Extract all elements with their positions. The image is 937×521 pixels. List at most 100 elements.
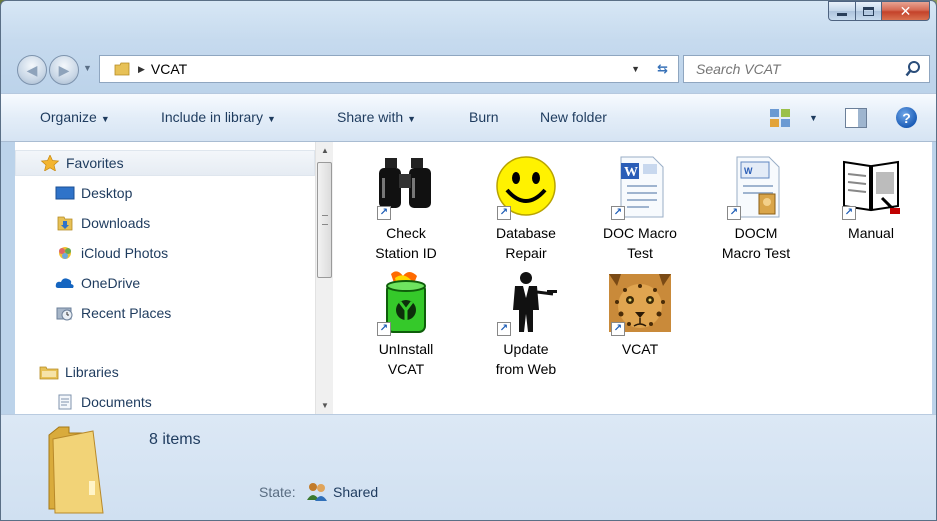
back-button[interactable]: ◀ xyxy=(17,55,47,85)
file-name: UnInstall VCAT xyxy=(378,341,434,377)
share-with-label: Share with xyxy=(337,109,404,125)
shortcut-arrow-icon: ↗ xyxy=(497,206,511,220)
share-with-menu[interactable]: Share with ▼ xyxy=(337,109,416,125)
chevron-down-icon: ▼ xyxy=(100,114,110,124)
file-name: Database Repair xyxy=(496,225,556,261)
caption-buttons: ✕ xyxy=(828,1,930,23)
file-name: Update from Web xyxy=(495,341,557,377)
scroll-down-icon[interactable]: ▼ xyxy=(321,401,329,410)
shortcut-arrow-icon: ↗ xyxy=(842,206,856,220)
recent-pages-dropdown[interactable]: ▼ xyxy=(83,63,92,73)
search-box[interactable] xyxy=(683,55,930,83)
change-view-icon[interactable] xyxy=(769,108,791,128)
minimize-icon xyxy=(837,12,847,16)
include-in-library-menu[interactable]: Include in library ▼ xyxy=(161,109,276,125)
nav-item-icloud-photos[interactable]: iCloud Photos xyxy=(15,240,315,266)
nav-item-desktop[interactable]: Desktop xyxy=(15,180,315,206)
nav-item-recent-places[interactable]: Recent Places xyxy=(15,300,315,326)
svg-text:W: W xyxy=(744,166,753,176)
file-name: DOC Macro Test xyxy=(603,225,677,261)
scroll-up-icon[interactable]: ▲ xyxy=(321,146,329,155)
file-item-vcat[interactable]: ↗ VCAT xyxy=(590,270,690,359)
file-item-update-from-web[interactable]: ↗ Update from Web xyxy=(476,270,576,379)
cloud-icon xyxy=(55,278,74,288)
shared-users-icon xyxy=(307,483,327,501)
nav-item-favorites[interactable]: Favorites xyxy=(15,150,315,176)
shortcut-arrow-icon: ↗ xyxy=(377,322,391,336)
shortcut-arrow-icon: ↗ xyxy=(377,206,391,220)
nav-pane-scrollbar[interactable]: ▲ ▼ xyxy=(315,142,333,414)
back-arrow-icon: ◀ xyxy=(26,61,38,78)
file-item-check-station-id[interactable]: ↗ Check Station ID xyxy=(356,154,456,263)
file-name: Manual xyxy=(848,225,894,241)
nav-item-documents[interactable]: Documents xyxy=(15,389,315,414)
help-icon[interactable]: ? xyxy=(896,107,917,128)
burn-label: Burn xyxy=(469,109,499,125)
minimize-button[interactable] xyxy=(828,1,856,21)
state-value: Shared xyxy=(333,484,379,500)
icloud-photos-icon xyxy=(59,247,71,259)
star-icon xyxy=(40,155,60,171)
state-label: State: xyxy=(259,484,296,500)
breadcrumb-vcat[interactable]: VCAT xyxy=(151,61,187,77)
organize-menu[interactable]: Organize ▼ xyxy=(40,109,110,125)
explorer-window: ✕ ◀ ▶ ▼ ▶ VCAT ▼ ⇆ Organize▼ xyxy=(0,0,937,521)
file-list: ↗ Check Station ID ↗ Database Repair W ↗… xyxy=(335,142,932,414)
libraries-icon xyxy=(39,366,59,380)
grip-icon xyxy=(322,215,328,225)
nav-label-onedrive: OneDrive xyxy=(81,275,141,291)
forward-arrow-icon: ▶ xyxy=(58,61,70,78)
nav-label-downloads: Downloads xyxy=(81,215,151,231)
refresh-icon[interactable]: ⇆ xyxy=(657,61,668,77)
file-name: VCAT xyxy=(621,341,659,357)
shortcut-arrow-icon: ↗ xyxy=(497,322,511,336)
scrollbar-thumb[interactable] xyxy=(317,162,332,278)
include-in-library-label: Include in library xyxy=(161,109,263,125)
nav-item-onedrive[interactable]: OneDrive xyxy=(15,270,315,296)
chevron-down-icon: ▼ xyxy=(407,114,417,124)
file-item-docm-macro-test[interactable]: W ↗ DOCM Macro Test xyxy=(706,154,806,263)
downloads-folder-icon xyxy=(57,216,73,231)
command-bar: Organize ▼ Include in library ▼ Share with… xyxy=(1,93,936,142)
nav-item-downloads[interactable]: Downloads xyxy=(15,210,315,236)
address-bar[interactable]: ▶ VCAT ▼ ⇆ xyxy=(99,55,679,83)
svg-text:W: W xyxy=(624,165,638,180)
chevron-down-icon: ▼ xyxy=(266,114,276,124)
new-folder-label: New folder xyxy=(540,109,607,125)
navigation-bar: ◀ ▶ ▼ ▶ VCAT ▼ ⇆ xyxy=(15,51,930,85)
nav-item-libraries[interactable]: Libraries xyxy=(15,359,315,385)
nav-label-recent-places: Recent Places xyxy=(81,305,172,321)
file-item-doc-macro-test[interactable]: W ↗ DOC Macro Test xyxy=(590,154,690,263)
file-item-uninstall-vcat[interactable]: ↗ UnInstall VCAT xyxy=(356,270,456,379)
documents-icon xyxy=(58,394,72,410)
large-folder-icon xyxy=(48,426,104,514)
recent-places-icon xyxy=(56,307,73,321)
folder-icon xyxy=(114,62,130,76)
burn-button[interactable]: Burn xyxy=(469,109,499,125)
nav-label-favorites: Favorites xyxy=(66,155,124,171)
preview-pane-icon[interactable] xyxy=(845,108,867,128)
desktop-icon xyxy=(55,186,75,200)
forward-button[interactable]: ▶ xyxy=(49,55,79,85)
nav-label-documents: Documents xyxy=(81,394,152,410)
maximize-icon xyxy=(863,6,874,16)
shortcut-arrow-icon: ↗ xyxy=(611,322,625,336)
nav-label-icloud-photos: iCloud Photos xyxy=(81,245,169,261)
file-name: Check Station ID xyxy=(375,225,437,261)
address-dropdown-icon[interactable]: ▼ xyxy=(631,64,640,74)
search-icon[interactable] xyxy=(905,60,921,78)
nav-label-libraries: Libraries xyxy=(65,364,119,380)
search-input[interactable] xyxy=(696,61,896,77)
file-item-manual[interactable]: ↗ Manual xyxy=(821,154,921,243)
view-options-dropdown-icon[interactable]: ▼ xyxy=(809,113,818,123)
organize-label: Organize xyxy=(40,109,97,125)
file-item-database-repair[interactable]: ↗ Database Repair xyxy=(476,154,576,263)
close-button[interactable]: ✕ xyxy=(882,1,930,21)
maximize-button[interactable] xyxy=(856,1,882,21)
nav-label-desktop: Desktop xyxy=(81,185,133,201)
shortcut-arrow-icon: ↗ xyxy=(611,206,625,220)
new-folder-button[interactable]: New folder xyxy=(540,109,607,125)
breadcrumb-chevron-icon[interactable]: ▶ xyxy=(138,64,145,75)
details-pane: 8 items State: Shared xyxy=(1,414,936,520)
file-name: DOCM Macro Test xyxy=(721,225,791,261)
